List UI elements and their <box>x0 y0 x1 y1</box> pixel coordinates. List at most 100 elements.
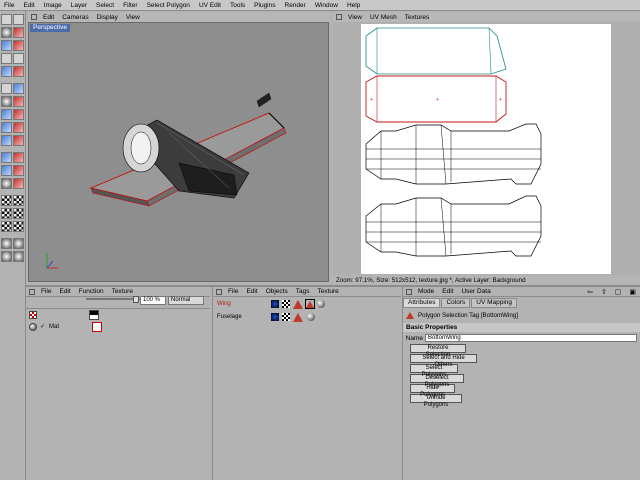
paint-icon[interactable] <box>1 152 12 163</box>
menu-plugins[interactable]: Plugins <box>250 2 280 9</box>
menu-select[interactable]: Select <box>92 2 119 9</box>
uv-texture-canvas[interactable]: + + + <box>361 24 611 274</box>
material-arrows-icon[interactable] <box>29 288 35 295</box>
attributes-arrows-icon[interactable] <box>406 288 412 295</box>
object-arrows-icon[interactable] <box>216 288 222 295</box>
texture-tag-icon[interactable] <box>282 300 290 308</box>
object-axis-icon[interactable] <box>13 122 24 133</box>
material-tag-icon[interactable] <box>317 300 325 308</box>
object-row-fuselage[interactable]: Fuselage <box>213 311 402 323</box>
material-menu-edit[interactable]: Edit <box>55 288 74 295</box>
menu-render[interactable]: Render <box>281 2 311 9</box>
section-basic-properties[interactable]: Basic Properties <box>403 323 640 332</box>
viewport-menu-edit[interactable]: Edit <box>39 14 58 21</box>
viewport-menu-view[interactable]: View <box>122 14 144 21</box>
rotate-icon[interactable] <box>13 40 24 51</box>
menu-file[interactable]: File <box>0 2 19 9</box>
menu-image[interactable]: Image <box>40 2 67 9</box>
checker-6-icon[interactable] <box>13 221 24 232</box>
selection-tag-icon[interactable] <box>293 299 303 309</box>
viewport-menu-cameras[interactable]: Cameras <box>58 14 92 21</box>
eraser-icon[interactable] <box>13 165 24 176</box>
uv-menu-uv-mesh[interactable]: UV Mesh <box>366 14 401 21</box>
uv-editor[interactable]: + + + <box>333 22 640 275</box>
object-menu-file[interactable]: File <box>224 288 242 295</box>
checker-4-icon[interactable] <box>13 208 24 219</box>
polygons-mode-icon[interactable] <box>1 109 12 120</box>
unhide-polygons-button[interactable]: Unhide Polygons <box>410 394 462 408</box>
menu-window[interactable]: Window <box>311 2 343 9</box>
fill-icon[interactable] <box>1 165 12 176</box>
selection-tag-icon[interactable] <box>293 312 303 322</box>
uv-points-icon[interactable] <box>1 135 12 146</box>
checker-5-icon[interactable] <box>1 221 12 232</box>
edges-mode-icon[interactable] <box>13 96 24 107</box>
redo-icon[interactable] <box>13 14 24 25</box>
new-window-icon[interactable]: ▣ <box>625 288 640 296</box>
menu-tools[interactable]: Tools <box>226 2 250 9</box>
zoom-percent-field[interactable]: 100 % <box>140 296 166 305</box>
viewport-menu-display[interactable]: Display <box>93 14 122 21</box>
object-menu-tags[interactable]: Tags <box>292 288 314 295</box>
tab-attributes[interactable]: Attributes <box>403 298 441 308</box>
points-mode-icon[interactable] <box>1 96 12 107</box>
selected-tool-icon[interactable] <box>13 178 24 189</box>
uvw-tag-icon[interactable] <box>271 300 279 308</box>
material-row[interactable]: ✓ Mat <box>26 321 206 332</box>
uv-menu-view[interactable]: View <box>344 14 366 21</box>
cylinder-icon[interactable] <box>13 238 24 249</box>
lock-icon[interactable]: ▢ <box>611 288 626 296</box>
live-select-icon[interactable] <box>1 27 12 38</box>
restore-selection-button[interactable]: Restore Selection <box>410 344 466 358</box>
texture-mode-icon[interactable] <box>1 122 12 133</box>
object-menu-texture[interactable]: Texture <box>313 288 342 295</box>
object-menu-edit[interactable]: Edit <box>242 288 261 295</box>
back-arrow-icon[interactable]: ⇦ <box>583 288 597 296</box>
checker-3-icon[interactable] <box>1 208 12 219</box>
undo-icon[interactable] <box>1 14 12 25</box>
tab-colors[interactable]: Colors <box>441 298 471 308</box>
menu-edit[interactable]: Edit <box>19 2 39 9</box>
checker-1-icon[interactable] <box>1 195 12 206</box>
uv-polygons-icon[interactable] <box>13 135 24 146</box>
axis-y-icon[interactable] <box>13 53 24 64</box>
deselect-polygons-button[interactable]: Deselect Polygons <box>410 374 464 388</box>
object-row-wing[interactable]: Wing <box>213 298 402 310</box>
perspective-viewport[interactable]: Perspective <box>28 22 329 282</box>
render-picture-icon[interactable] <box>13 83 24 94</box>
viewport-arrows-icon[interactable] <box>31 14 37 20</box>
material-tag-icon[interactable] <box>307 313 315 321</box>
object-menu-objects[interactable]: Objects <box>262 288 292 295</box>
uv-arrows-icon[interactable] <box>336 14 342 20</box>
selected-selection-tag-icon[interactable] <box>305 299 315 309</box>
tab-uv-mapping[interactable]: UV Mapping <box>471 298 518 308</box>
material-menu-function[interactable]: Function <box>75 288 108 295</box>
light-icon[interactable] <box>1 251 12 262</box>
attributes-menu-mode[interactable]: Mode <box>414 288 438 295</box>
sphere-icon[interactable] <box>1 238 12 249</box>
attributes-menu-user-data[interactable]: User Data <box>457 288 494 295</box>
menu-uv-edit[interactable]: UV Edit <box>195 2 226 9</box>
layer-row[interactable] <box>26 309 206 320</box>
texture-tag-icon[interactable] <box>282 313 290 321</box>
color-swatch-icon[interactable] <box>1 178 12 189</box>
scale-icon[interactable] <box>1 40 12 51</box>
zoom-slider-handle[interactable] <box>133 296 139 303</box>
move-icon[interactable] <box>13 27 24 38</box>
uv-menu-textures[interactable]: Textures <box>401 14 434 21</box>
checker-2-icon[interactable] <box>13 195 24 206</box>
blend-mode-select[interactable]: Normal <box>168 296 204 305</box>
model-mode-icon[interactable] <box>13 109 24 120</box>
axis-z-icon[interactable] <box>1 66 12 77</box>
camera-icon[interactable] <box>13 251 24 262</box>
material-menu-file[interactable]: File <box>37 288 55 295</box>
menu-help[interactable]: Help <box>343 2 365 9</box>
axis-x-icon[interactable] <box>1 53 12 64</box>
attributes-menu-edit[interactable]: Edit <box>438 288 457 295</box>
select-and-hide-others-button[interactable]: Select and Hide Others <box>410 354 477 368</box>
up-arrow-icon[interactable]: ⇧ <box>597 288 611 296</box>
material-menu-texture[interactable]: Texture <box>108 288 137 295</box>
brush-icon[interactable] <box>13 152 24 163</box>
menu-select-polygon[interactable]: Select Polygon <box>143 2 195 9</box>
coordinate-system-icon[interactable] <box>13 66 24 77</box>
